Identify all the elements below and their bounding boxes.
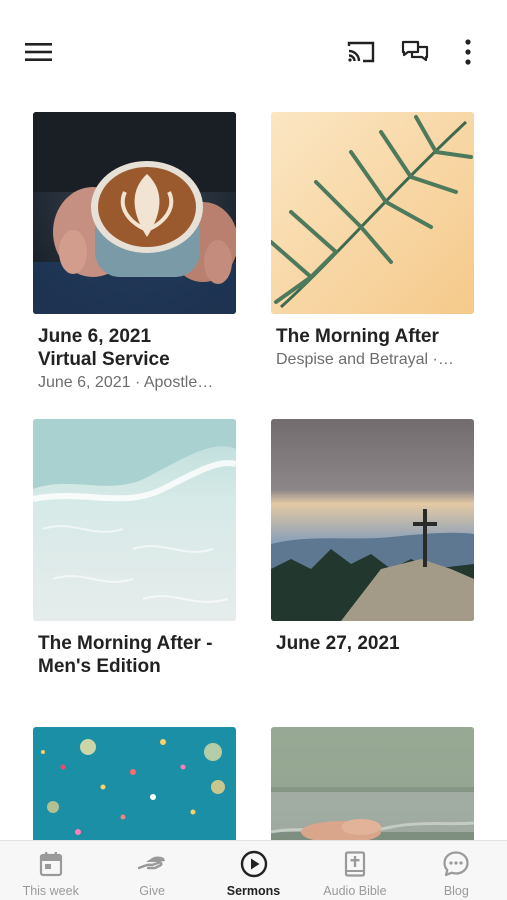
nav-item-sermons[interactable]: Sermons xyxy=(203,841,304,900)
sermon-card[interactable]: June 6, 2021 Virtual Service June 6, 202… xyxy=(33,112,236,393)
sermon-title: June 27, 2021 xyxy=(276,633,400,654)
sermon-thumbnail-palm xyxy=(271,112,474,314)
sermon-thumbnail-latte xyxy=(33,112,236,314)
nav-label: Blog xyxy=(443,884,469,898)
sermon-thumbnail-ocean xyxy=(33,419,236,621)
nav-label: Sermons xyxy=(226,884,281,898)
nav-item-blog[interactable]: Blog xyxy=(406,841,507,900)
sermon-thumbnail-mountain-cross xyxy=(271,419,474,621)
nav-item-this-week[interactable]: This week xyxy=(0,841,101,900)
nav-label: This week xyxy=(22,884,79,898)
sermon-subtitle: June 6, 2021 · Apostle… xyxy=(38,374,214,391)
bible-icon xyxy=(340,849,370,879)
nav-item-audio-bible[interactable]: Audio Bible xyxy=(304,841,405,900)
sermon-card[interactable]: June 27, 2021 xyxy=(271,419,474,657)
nav-item-give[interactable]: Give xyxy=(101,841,202,900)
sermon-title: The Morning After - Men's Edition xyxy=(38,633,213,677)
calendar-icon xyxy=(36,849,66,879)
nav-label: Audio Bible xyxy=(323,884,387,898)
nav-label: Give xyxy=(139,884,165,898)
sermon-subtitle: Despise and Betrayal ·… xyxy=(276,351,454,368)
play-circle-icon xyxy=(239,849,269,879)
sermon-title: The Morning After xyxy=(276,326,439,347)
speech-bubble-icon xyxy=(441,849,471,879)
bottom-navigation: This week Give Sermons Audio Bible Blog xyxy=(0,840,507,900)
sermon-grid: June 6, 2021 Virtual Service June 6, 202… xyxy=(0,0,507,900)
sermon-card[interactable]: The Morning After Despise and Betrayal ·… xyxy=(271,112,474,370)
sermon-title: June 6, 2021 Virtual Service xyxy=(38,326,170,370)
give-hand-icon xyxy=(137,849,167,879)
sermon-card[interactable]: The Morning After - Men's Edition xyxy=(33,419,236,680)
